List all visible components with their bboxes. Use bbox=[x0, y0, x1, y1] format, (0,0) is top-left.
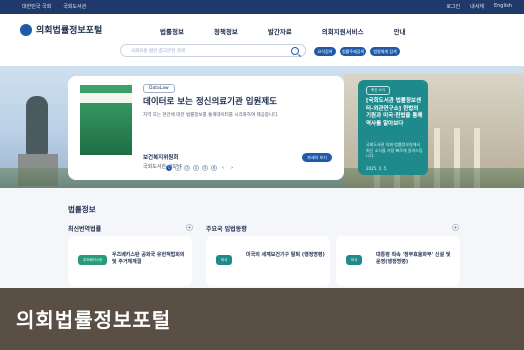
plus-icon[interactable]: + bbox=[452, 224, 459, 231]
link-english[interactable]: English bbox=[494, 3, 512, 10]
nav-legal-info[interactable]: 법률정보 bbox=[160, 26, 184, 36]
col-title-legislative-trends: 주요국 입법동향 bbox=[206, 226, 247, 233]
trend-card-title: 미국의 세계보건기구 탈퇴 (행정명령) bbox=[246, 252, 325, 258]
nav-publications[interactable]: 발간자료 bbox=[268, 26, 292, 36]
legal-info-section: 법률정보 최신번역법률 + 주요국 입법동향 + 우즈베키스탄 우즈베키스탄 공… bbox=[0, 188, 524, 288]
main-nav: 법률정보 정책정보 발간자료 의회지원서비스 안내 bbox=[160, 26, 406, 36]
plus-icon[interactable]: + bbox=[186, 224, 193, 231]
search-icon[interactable] bbox=[291, 47, 299, 55]
report-cover-image bbox=[80, 85, 132, 155]
trend-card[interactable]: 미국 미국의 세계보건기구 탈퇴 (행정명령) bbox=[206, 236, 330, 286]
news-desc: 국회도서관 의회·법률정보실에서 최신 소식을 가장 빠르게 알려드립니다. bbox=[366, 142, 423, 158]
law-card[interactable]: 우즈베키스탄 우즈베키스탄 공화국 유헌적법회의 및 주거체계결 bbox=[68, 236, 192, 286]
next-arrow-icon[interactable]: › bbox=[231, 165, 233, 171]
nav-policy-info[interactable]: 정책정보 bbox=[214, 26, 238, 36]
site-header: 의회법률정보포털 법률정보 정책정보 발간자료 의회지원서비스 안내 bbox=[0, 14, 524, 46]
section-title: 법률정보 bbox=[68, 205, 96, 214]
prev-arrow-icon[interactable]: ‹ bbox=[222, 165, 224, 171]
featured-more-button[interactable]: 자세히 보기 bbox=[302, 153, 332, 162]
pager-dot[interactable]: 6 bbox=[211, 165, 217, 171]
logo-icon bbox=[20, 23, 32, 36]
link-library[interactable]: 국회도서관 bbox=[63, 3, 86, 10]
pager-dot[interactable]: 4 bbox=[193, 165, 199, 171]
col-title-translated-laws: 최신번역법률 bbox=[68, 226, 102, 233]
link-login[interactable]: 로그인 bbox=[446, 3, 460, 10]
trend-card[interactable]: 미국 대통령 직속 '정부효율화부' 신설 및 운영(행정명령) bbox=[336, 236, 460, 286]
news-card[interactable]: 최신 소식 [국회도서관 법률정보센터-외관연구소] 헌법의 기원과 미국·헌법… bbox=[358, 80, 428, 175]
quick-link-2[interactable]: 법률주제검색 bbox=[340, 47, 366, 56]
pager-dot[interactable]: 5 bbox=[202, 165, 208, 171]
featured-title: 데이터로 보는 정신의료기관 입원제도 bbox=[143, 97, 277, 107]
datalaw-badge: DataLaw bbox=[143, 84, 175, 93]
banner-title: 의회법률정보포털 bbox=[16, 308, 172, 332]
search-placeholder: 국회의원 법안 참고문헌 검색 bbox=[131, 49, 185, 54]
law-card-title: 우즈베키스탄 공화국 유헌적법회의 및 주거체계결 bbox=[112, 252, 185, 265]
pager-dot[interactable]: 2 bbox=[175, 165, 181, 171]
nav-services[interactable]: 의회지원서비스 bbox=[322, 26, 364, 36]
site-name: 의회법률정보포털 bbox=[36, 26, 103, 36]
featured-org: 보건복지위원회 bbox=[143, 155, 179, 161]
country-badge: 우즈베키스탄 bbox=[78, 255, 108, 265]
carousel-pager: 1 2 3 4 5 6 ‹ › bbox=[166, 165, 235, 171]
quick-link-1[interactable]: 요석검색 bbox=[314, 47, 336, 56]
search-input[interactable]: 국회의원 법안 참고문헌 검색 bbox=[120, 44, 306, 57]
nav-guide[interactable]: 안내 bbox=[394, 26, 406, 36]
news-title: [국회도서관 법률정보센터-외관연구소] 헌법의 기원과 미국·헌법을 통해 역… bbox=[366, 98, 423, 127]
trend-card-title: 대통령 직속 '정부효율화부' 신설 및 운영(행정명령) bbox=[376, 252, 451, 265]
pager-dot[interactable]: 1 bbox=[166, 165, 172, 171]
link-national-assembly[interactable]: 대한민국 국회 bbox=[22, 3, 51, 10]
caption-banner: 의회법률정보포털 bbox=[0, 288, 524, 350]
site-logo[interactable]: 의회법률정보포털 bbox=[20, 23, 102, 36]
featured-desc: 지역 또는 현안에 대한 법률정보를 통계데이터를 시각화하여 제공합니다. bbox=[143, 113, 279, 118]
news-badge: 최신 소식 bbox=[366, 86, 390, 95]
link-my-library[interactable]: 내서재 bbox=[470, 3, 484, 10]
country-badge: 미국 bbox=[216, 255, 233, 265]
country-badge: 미국 bbox=[346, 255, 363, 265]
news-date: 2025. 2. 5. bbox=[366, 166, 388, 171]
top-utility-bar: 대한민국 국회 국회도서관 로그인 내서재 English bbox=[0, 0, 524, 14]
pager-dot[interactable]: 3 bbox=[184, 165, 190, 171]
quick-link-3[interactable]: 법령체계 검색 bbox=[370, 47, 400, 56]
